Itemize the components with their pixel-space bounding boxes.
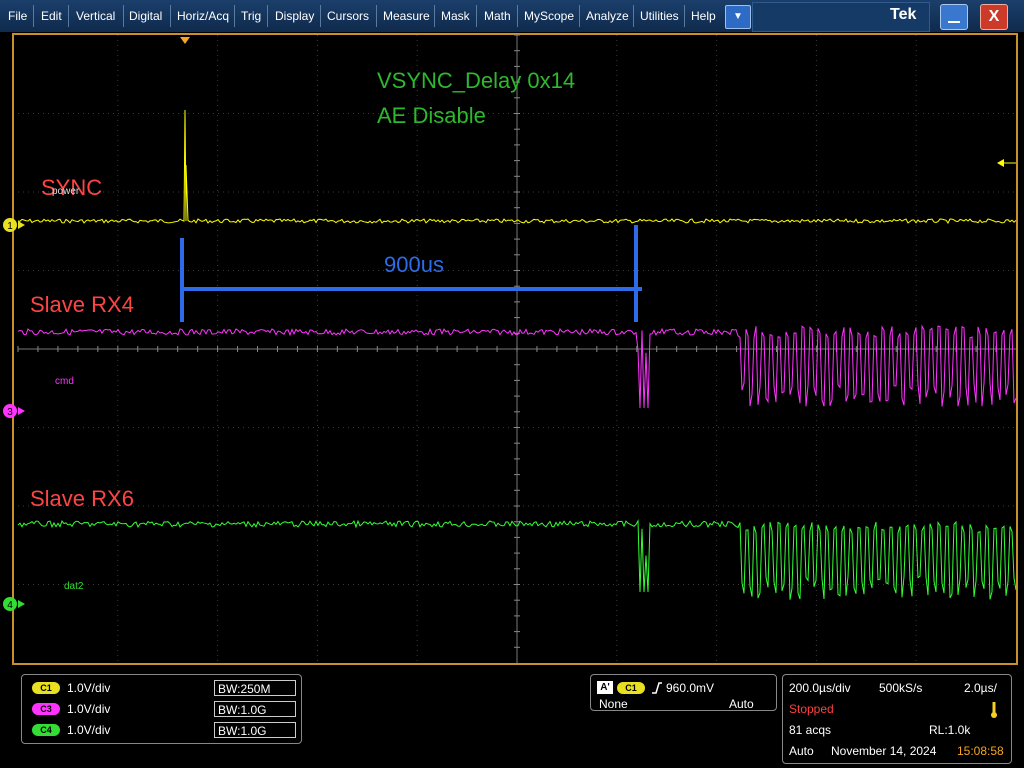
annotation-span-label: 900us [384,252,444,277]
trigger-level-marker [997,159,1004,167]
ch3-tag: cmd [55,376,74,387]
resolution: 2.0µs/ [964,681,997,695]
ch1-badge[interactable]: C1 [32,682,60,694]
single-seq-icon [991,702,997,718]
waveform-display[interactable]: 1 3 4 VSYNC_Delay 0x14 AE Disable SYNC S… [0,0,1024,668]
sample-rate: 500kS/s [879,681,923,695]
annotation-rx6-label: Slave RX6 [30,486,134,511]
status-area: C1 1.0V/div BW:250M C3 1.0V/div BW:1.0G … [0,668,1024,768]
annotation-title-1: VSYNC_Delay 0x14 [377,68,575,93]
graticule-grid [17,34,1016,663]
date: November 14, 2024 [831,744,937,758]
acquisition-count: 81 acqs [789,723,832,737]
ch1-tag: power [52,186,80,197]
ch4-badge[interactable]: C4 [32,724,60,736]
ch4-tag: dat2 [64,581,84,592]
channel-panel: C1 1.0V/div BW:250M C3 1.0V/div BW:1.0G … [21,674,302,744]
ch3-marker[interactable]: 3 [3,404,25,418]
timebase: 200.0µs/div [789,681,851,695]
svg-text:4: 4 [7,600,13,611]
annotation-title-2: AE Disable [377,103,486,128]
annotation-rx4-label: Slave RX4 [30,292,134,317]
trigger-a-badge: A' [597,681,613,694]
time: 15:08:58 [957,744,1004,758]
rising-edge-icon [652,682,662,694]
ch1-scale[interactable]: 1.0V/div [67,681,110,695]
svg-text:3: 3 [7,407,13,418]
trigger-panel[interactable]: A' C1 960.0mV None Auto [590,674,777,711]
ch4-bandwidth[interactable]: BW:1.0G [214,722,296,738]
acquisition-state: Stopped [789,702,834,716]
ch3-scale[interactable]: 1.0V/div [67,702,110,716]
ch4-scale[interactable]: 1.0V/div [67,723,110,737]
trigger-mode-status: Auto [789,744,814,758]
ch3-bandwidth[interactable]: BW:1.0G [214,701,296,717]
trigger-coupling: None [599,697,628,711]
ch1-bandwidth[interactable]: BW:250M [214,680,296,696]
ch3-badge[interactable]: C3 [32,703,60,715]
trigger-source-badge: C1 [617,682,645,694]
record-length: RL:1.0k [929,723,971,737]
acquisition-panel[interactable]: 200.0µs/div 500kS/s 2.0µs/ Stopped 81 ac… [782,674,1012,764]
trigger-mode: Auto [729,697,754,711]
svg-text:1: 1 [7,221,13,232]
ch4-marker[interactable]: 4 [3,597,25,611]
trigger-position-marker [180,37,190,44]
trigger-level: 960.0mV [666,681,715,695]
